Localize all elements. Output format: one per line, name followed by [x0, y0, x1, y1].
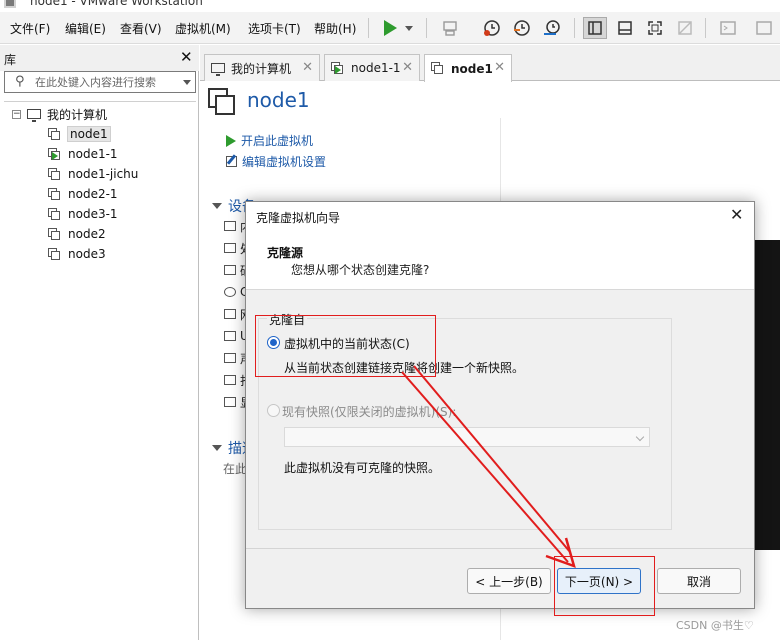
annotation-arrows: [401, 365, 576, 568]
annotation-arrow-line: [401, 371, 569, 563]
annotation-arrow-line: [413, 365, 571, 553]
watermark: CSDN @书生♡: [676, 619, 754, 632]
